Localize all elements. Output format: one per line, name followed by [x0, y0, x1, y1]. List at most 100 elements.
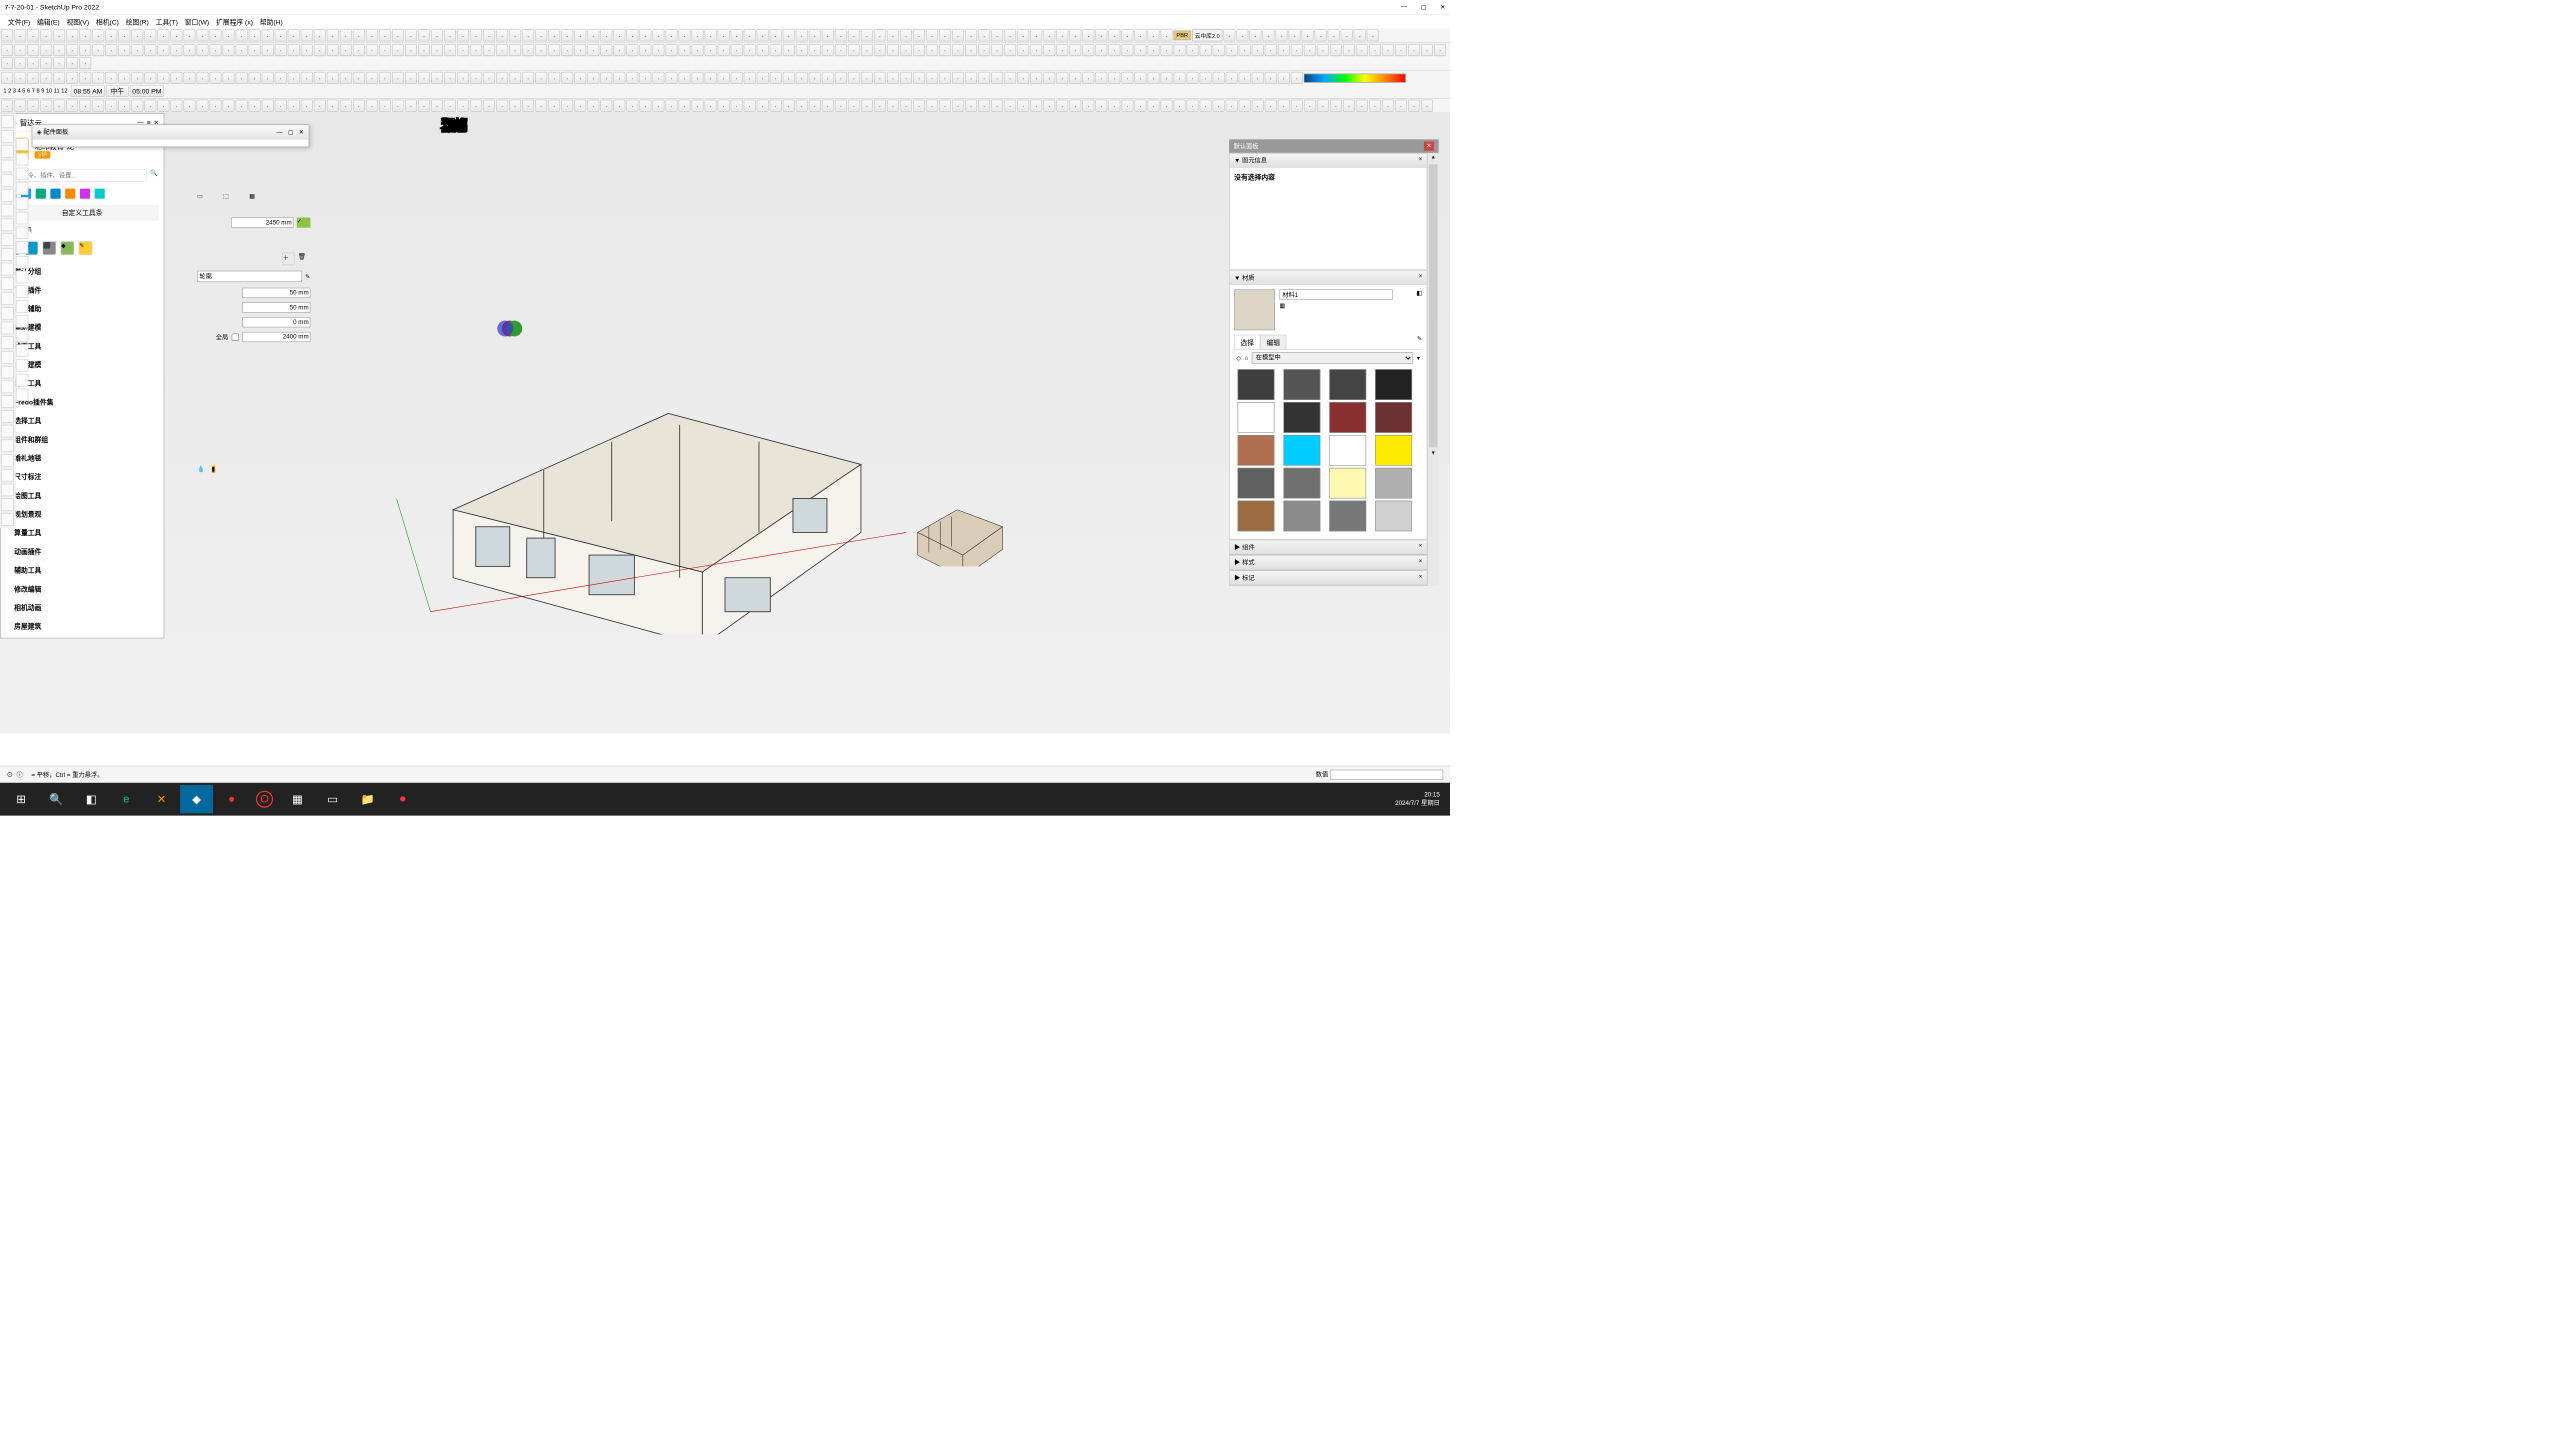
tool-btn[interactable]: ·	[496, 44, 508, 56]
search-icon[interactable]: 🔍	[150, 169, 158, 181]
tool-btn[interactable]: ·	[509, 44, 521, 56]
tool-btn[interactable]: ·	[835, 44, 847, 56]
tool-btn[interactable]: ·	[40, 29, 52, 41]
clock-time[interactable]: 20:15	[1395, 791, 1440, 798]
side-tool[interactable]	[1, 292, 13, 304]
tool-btn[interactable]: ·	[652, 72, 664, 84]
tool-btn[interactable]: ·	[509, 100, 521, 112]
side-tool[interactable]	[1, 498, 13, 510]
tool-btn[interactable]: ·	[1069, 72, 1081, 84]
tool-btn[interactable]: ·	[1134, 44, 1146, 56]
tool-btn[interactable]: ·	[522, 100, 534, 112]
tool-btn[interactable]: ·	[822, 72, 834, 84]
viewport[interactable]: 草图大师 全屋定制 document.write(Array.from({len…	[0, 113, 1450, 733]
tool-btn[interactable]: ·	[561, 72, 573, 84]
tool-btn[interactable]: ·	[1017, 44, 1029, 56]
tool-btn[interactable]: ·	[561, 44, 573, 56]
tool-btn[interactable]: ·	[1226, 44, 1238, 56]
side-tool[interactable]	[1, 116, 13, 128]
tool-btn[interactable]: ·	[978, 29, 990, 41]
tool-btn[interactable]: ·	[1082, 100, 1094, 112]
minimize-button[interactable]: —	[1401, 3, 1407, 10]
tool-btn[interactable]: ·	[157, 100, 169, 112]
tool-btn[interactable]: ·	[1302, 29, 1314, 41]
tool-btn[interactable]: ·	[14, 29, 26, 41]
tool-btn[interactable]: ·	[574, 100, 586, 112]
tool-btn[interactable]: ·	[1330, 44, 1342, 56]
material-swatch[interactable]	[1375, 435, 1412, 466]
tool-btn[interactable]: ·	[483, 72, 495, 84]
tool-btn[interactable]: ·	[444, 72, 456, 84]
material-swatch[interactable]	[1238, 435, 1275, 466]
tool-btn[interactable]: ·	[1030, 44, 1042, 56]
side-tool[interactable]	[1, 130, 13, 142]
edge-icon[interactable]: e	[110, 785, 143, 813]
tool-btn[interactable]: ·	[40, 72, 52, 84]
tool-btn[interactable]: ·	[301, 29, 313, 41]
tool-btn[interactable]: ·	[184, 29, 196, 41]
entity-section-title[interactable]: 图元信息	[1242, 157, 1267, 164]
side-tool[interactable]	[16, 138, 28, 150]
tool-btn[interactable]: ·	[978, 100, 990, 112]
tool-btn[interactable]: ·	[705, 72, 717, 84]
tool-btn[interactable]: ·	[314, 100, 326, 112]
material-swatch[interactable]	[1238, 369, 1275, 400]
tool-btn[interactable]: ·	[353, 44, 365, 56]
material-swatch[interactable]	[1283, 501, 1320, 532]
panel-min-icon[interactable]: —	[276, 129, 282, 136]
detail-icon[interactable]: ▾	[1417, 354, 1420, 361]
tool-btn[interactable]: ·	[131, 100, 143, 112]
tool-btn[interactable]: ·	[887, 72, 899, 84]
tool-btn[interactable]: ·	[926, 44, 938, 56]
tool-btn[interactable]: ·	[835, 100, 847, 112]
side-tool[interactable]	[16, 389, 28, 401]
tool-btn[interactable]: ·	[1369, 44, 1381, 56]
tool-btn[interactable]: ·	[405, 44, 417, 56]
tool-btn[interactable]: ·	[27, 100, 39, 112]
tool-btn[interactable]: ·	[1121, 100, 1133, 112]
tool-btn[interactable]: ·	[848, 29, 860, 41]
tool-btn[interactable]: ·	[1263, 29, 1275, 41]
collapse-icon[interactable]: ×	[1419, 573, 1423, 582]
tool-btn[interactable]: ·	[1382, 100, 1394, 112]
eyedropper-icon[interactable]: 💧	[197, 466, 205, 473]
tool-btn[interactable]: ·	[223, 44, 235, 56]
tool-btn[interactable]: ·	[405, 72, 417, 84]
tool-btn[interactable]: ·	[1095, 100, 1107, 112]
tool-btn[interactable]: ·	[1148, 72, 1160, 84]
tool-btn[interactable]: ·	[1082, 44, 1094, 56]
material-swatch[interactable]	[1329, 468, 1366, 499]
material-swatch[interactable]	[1375, 369, 1412, 400]
tool-btn[interactable]: ·	[53, 100, 65, 112]
tool-btn[interactable]: ·	[965, 100, 977, 112]
tool-btn[interactable]: ·	[1108, 29, 1120, 41]
tool-btn[interactable]: ·	[561, 100, 573, 112]
gradient-bar[interactable]	[1304, 73, 1406, 82]
maximize-button[interactable]: ▢	[1421, 3, 1427, 10]
tool-btn[interactable]: ·	[1004, 72, 1016, 84]
tool-btn[interactable]: ·	[900, 72, 912, 84]
tool-btn[interactable]: ·	[1, 57, 13, 69]
tool-btn[interactable]: ·	[626, 29, 638, 41]
tool-btn[interactable]: ·	[718, 44, 730, 56]
menu-camera[interactable]: 相机(C)	[93, 16, 123, 28]
category-item[interactable]: 辅助工具	[1, 561, 164, 580]
tool-btn[interactable]: ·	[731, 44, 743, 56]
menu-view[interactable]: 视图(V)	[63, 16, 92, 28]
tool-btn[interactable]: ·	[679, 72, 691, 84]
sketchup-icon[interactable]: ◆	[180, 785, 213, 813]
tool-btn[interactable]: ·	[626, 72, 638, 84]
tool-btn[interactable]: ·	[1200, 100, 1212, 112]
side-tool[interactable]	[16, 359, 28, 371]
tool-btn[interactable]: ·	[327, 44, 339, 56]
side-tool[interactable]	[16, 153, 28, 165]
tool-btn[interactable]: ·	[105, 29, 117, 41]
side-tool[interactable]	[1, 513, 13, 525]
tool-btn[interactable]: ·	[1367, 29, 1379, 41]
side-tool[interactable]	[16, 300, 28, 312]
close-button[interactable]: ✕	[1440, 3, 1445, 10]
tool-btn[interactable]: ·	[1289, 29, 1301, 41]
tool-btn[interactable]: ·	[1276, 29, 1288, 41]
side-tool[interactable]	[1, 248, 13, 260]
tool-btn[interactable]: ·	[1161, 44, 1173, 56]
